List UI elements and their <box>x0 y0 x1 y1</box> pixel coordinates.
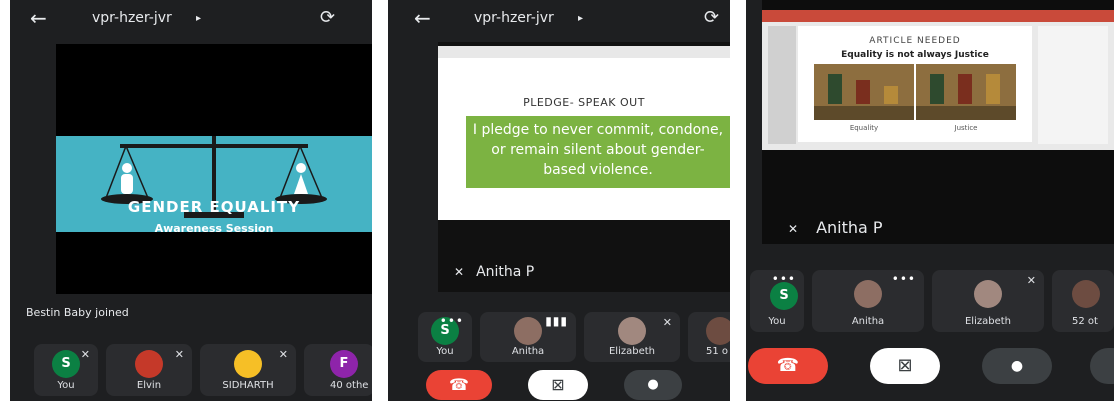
caption-equality: Equality <box>849 124 879 132</box>
avatar <box>1072 280 1100 308</box>
participant-tile-others[interactable]: 51 o <box>688 312 730 362</box>
participant-strip[interactable]: S ••• You ▮▮▮ Anitha ✕ Elizabeth 51 o <box>418 312 730 362</box>
slide-subtitle: Awareness Session <box>154 222 274 235</box>
meet-screen-1: ← vpr-hzer-jvr ▸ ⟳ GENDER EQUALITY Aware… <box>10 0 372 401</box>
mic-off-icon: ✕ <box>788 222 799 236</box>
avatar <box>135 350 163 378</box>
slide-subtitle: Equality is not always Justice <box>841 50 989 60</box>
participant-tile-others[interactable]: 52 ot <box>1052 270 1114 332</box>
avatar: F <box>330 350 358 378</box>
balance-scale-icon <box>101 136 327 218</box>
participant-tile-you[interactable]: S ✕ You <box>34 344 98 396</box>
meeting-dropdown-icon[interactable]: ▸ <box>578 13 583 24</box>
caption-justice: Justice <box>954 124 978 132</box>
presenter-label: ✕ Anitha P <box>454 264 534 280</box>
back-arrow-icon[interactable]: ← <box>414 6 431 30</box>
participant-name: You <box>768 316 786 327</box>
more-options-icon[interactable]: ••• <box>772 272 796 286</box>
more-button[interactable] <box>1090 348 1114 384</box>
meeting-dropdown-icon[interactable]: ▸ <box>196 13 201 24</box>
slide-title: PLEDGE- SPEAK OUT <box>523 96 645 109</box>
avatar <box>706 317 730 345</box>
mic-off-icon: ✕ <box>662 316 672 329</box>
mic-off-icon: ✕ <box>80 348 90 361</box>
participant-name: Anitha <box>511 346 545 357</box>
presenter-name: Anitha P <box>816 218 883 237</box>
microphone-button[interactable]: ● <box>982 348 1052 384</box>
slide-editor: ARTICLE NEEDED Equality is not always Ju… <box>762 22 1114 150</box>
meet-screen-3: ARTICLE NEEDED Equality is not always Ju… <box>746 0 1114 401</box>
speaking-indicator-icon: ▮▮▮ <box>545 314 568 328</box>
rotate-camera-icon[interactable]: ⟳ <box>320 6 335 30</box>
gender-equality-slide: GENDER EQUALITY <box>56 136 372 232</box>
pledge-text: I pledge to never commit, condone, or re… <box>466 116 730 188</box>
slide-toolbar <box>438 46 730 58</box>
participant-tile-elizabeth[interactable]: ✕ Elizabeth <box>584 312 680 362</box>
participant-tile-anitha[interactable]: ••• Anitha <box>812 270 924 332</box>
participant-tile-sidharth[interactable]: ✕ SIDHARTH <box>200 344 296 396</box>
pledge-slide: PLEDGE- SPEAK OUT I pledge to never comm… <box>438 58 730 220</box>
presentation-stage: GENDER EQUALITY Awareness Session <box>56 44 372 294</box>
avatar: S <box>770 282 798 310</box>
presenter-label: ✕ Anitha P <box>788 218 883 237</box>
more-options-icon[interactable]: ••• <box>892 272 916 286</box>
participant-tile-you[interactable]: S ••• You <box>418 312 472 362</box>
participant-tile-others[interactable]: F 40 othe <box>304 344 372 396</box>
slide-toolbar <box>762 10 1114 22</box>
end-call-button[interactable]: ☎ <box>426 370 492 400</box>
top-bar: ← vpr-hzer-jvr ▸ ⟳ <box>10 6 372 32</box>
participant-name: 51 o <box>706 346 729 357</box>
mic-off-icon: ✕ <box>1026 274 1036 287</box>
participant-name: 52 ot <box>1072 316 1098 327</box>
participant-name: You <box>436 346 454 357</box>
participant-name: Elvin <box>136 380 162 391</box>
participant-name: Elizabeth <box>964 316 1011 327</box>
top-bar: ← vpr-hzer-jvr ▸ ⟳ <box>388 6 730 32</box>
more-options-icon[interactable]: ••• <box>440 314 464 328</box>
participant-name: SIDHARTH <box>222 380 274 391</box>
participant-tile-you[interactable]: S ••• You <box>750 270 804 332</box>
participant-tile-elvin[interactable]: ✕ Elvin <box>106 344 192 396</box>
participant-name: You <box>57 380 75 391</box>
notes-pane <box>1038 26 1108 144</box>
slide-thumbnails <box>768 26 796 144</box>
slide-title: GENDER EQUALITY <box>127 198 301 216</box>
participant-strip[interactable]: S ••• You ••• Anitha ✕ Elizabeth 52 ot <box>750 270 1114 332</box>
participant-tile-anitha[interactable]: ▮▮▮ Anitha <box>480 312 576 362</box>
presentation-stage: ARTICLE NEEDED Equality is not always Ju… <box>762 0 1114 244</box>
avatar <box>514 317 542 345</box>
avatar <box>234 350 262 378</box>
mic-off-icon: ✕ <box>174 348 184 361</box>
slide-title: ARTICLE NEEDED <box>869 36 961 46</box>
presentation-stage: PLEDGE- SPEAK OUT I pledge to never comm… <box>438 42 730 292</box>
meeting-code[interactable]: vpr-hzer-jvr <box>474 10 554 26</box>
mic-off-icon: ✕ <box>454 265 465 279</box>
equality-image <box>814 64 914 120</box>
equality-slide: ARTICLE NEEDED Equality is not always Ju… <box>798 26 1032 142</box>
avatar <box>974 280 1002 308</box>
microphone-button[interactable]: ● <box>624 370 682 400</box>
participant-tile-elizabeth[interactable]: ✕ Elizabeth <box>932 270 1044 332</box>
avatar <box>854 280 882 308</box>
avatar: S <box>52 350 80 378</box>
presenter-name: Anitha P <box>476 264 535 280</box>
rotate-camera-icon[interactable]: ⟳ <box>704 6 719 30</box>
join-notification: Bestin Baby joined <box>26 306 129 319</box>
avatar <box>618 317 646 345</box>
camera-off-button[interactable]: ⊠ <box>528 370 588 400</box>
back-arrow-icon[interactable]: ← <box>30 6 47 30</box>
participant-name: 40 othe <box>330 380 369 391</box>
justice-image <box>916 64 1016 120</box>
participant-name: Anitha <box>851 316 885 327</box>
meeting-code[interactable]: vpr-hzer-jvr <box>92 10 172 26</box>
camera-off-button[interactable]: ⊠ <box>870 348 940 384</box>
meet-screen-2: ← vpr-hzer-jvr ▸ ⟳ PLEDGE- SPEAK OUT I p… <box>388 0 730 401</box>
participant-strip[interactable]: S ✕ You ✕ Elvin ✕ SIDHARTH F 40 othe <box>34 344 372 396</box>
end-call-button[interactable]: ☎ <box>748 348 828 384</box>
mic-off-icon: ✕ <box>278 348 288 361</box>
participant-name: Elizabeth <box>608 346 655 357</box>
